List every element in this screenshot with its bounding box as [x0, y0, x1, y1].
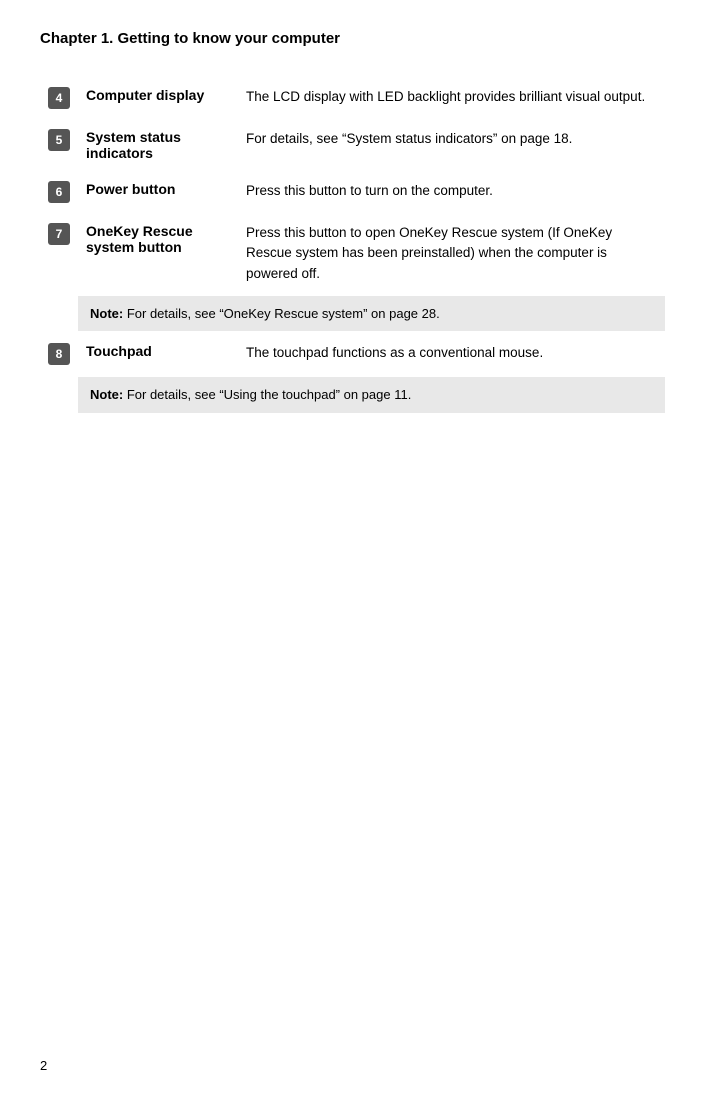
item-term: Computer display — [86, 87, 204, 103]
item-term: OneKey Rescue system button — [86, 223, 193, 255]
page-number: 2 — [40, 1058, 47, 1073]
table-row: 5 System status indicators For details, se… — [40, 119, 665, 171]
desc-cell: Press this button to turn on the compute… — [238, 171, 665, 213]
note-box: Note: For details, see “Using the touchp… — [78, 377, 665, 413]
item-term: System status indicators — [86, 129, 181, 161]
item-badge: 4 — [48, 87, 70, 109]
page-title: Chapter 1. Getting to know your computer — [40, 30, 665, 47]
note-cell: Note: For details, see “Using the touchp… — [78, 375, 665, 415]
table-row: 4 Computer display The LCD display with LE… — [40, 77, 665, 119]
note-row: Note: For details, see “OneKey Rescue sy… — [40, 294, 665, 334]
item-badge: 8 — [48, 343, 70, 365]
desc-cell: The touchpad functions as a conventional… — [238, 333, 665, 375]
badge-cell: 8 — [40, 333, 78, 375]
badge-cell: 6 — [40, 171, 78, 213]
desc-cell: Press this button to open OneKey Rescue … — [238, 213, 665, 294]
term-cell: Power button — [78, 171, 238, 213]
desc-cell: For details, see “System status indicato… — [238, 119, 665, 171]
note-cell: Note: For details, see “OneKey Rescue sy… — [78, 294, 665, 334]
content-table: 4 Computer display The LCD display with LE… — [40, 77, 665, 415]
badge-cell: 7 — [40, 213, 78, 294]
note-label: Note: — [90, 387, 123, 402]
desc-cell: The LCD display with LED backlight provi… — [238, 77, 665, 119]
item-term: Touchpad — [86, 343, 152, 359]
item-badge: 5 — [48, 129, 70, 151]
term-cell: Computer display — [78, 77, 238, 119]
note-label: Note: — [90, 306, 123, 321]
badge-cell: 5 — [40, 119, 78, 171]
table-row: 8 Touchpad The touchpad functions as a con… — [40, 333, 665, 375]
badge-cell: 4 — [40, 77, 78, 119]
item-badge: 7 — [48, 223, 70, 245]
table-row: 7 OneKey Rescue system button Press this b… — [40, 213, 665, 294]
item-badge: 6 — [48, 181, 70, 203]
term-cell: OneKey Rescue system button — [78, 213, 238, 294]
term-cell: Touchpad — [78, 333, 238, 375]
note-row: Note: For details, see “Using the touchp… — [40, 375, 665, 415]
term-cell: System status indicators — [78, 119, 238, 171]
table-row: 6 Power button Press this button to turn o… — [40, 171, 665, 213]
item-term: Power button — [86, 181, 175, 197]
note-box: Note: For details, see “OneKey Rescue sy… — [78, 296, 665, 332]
